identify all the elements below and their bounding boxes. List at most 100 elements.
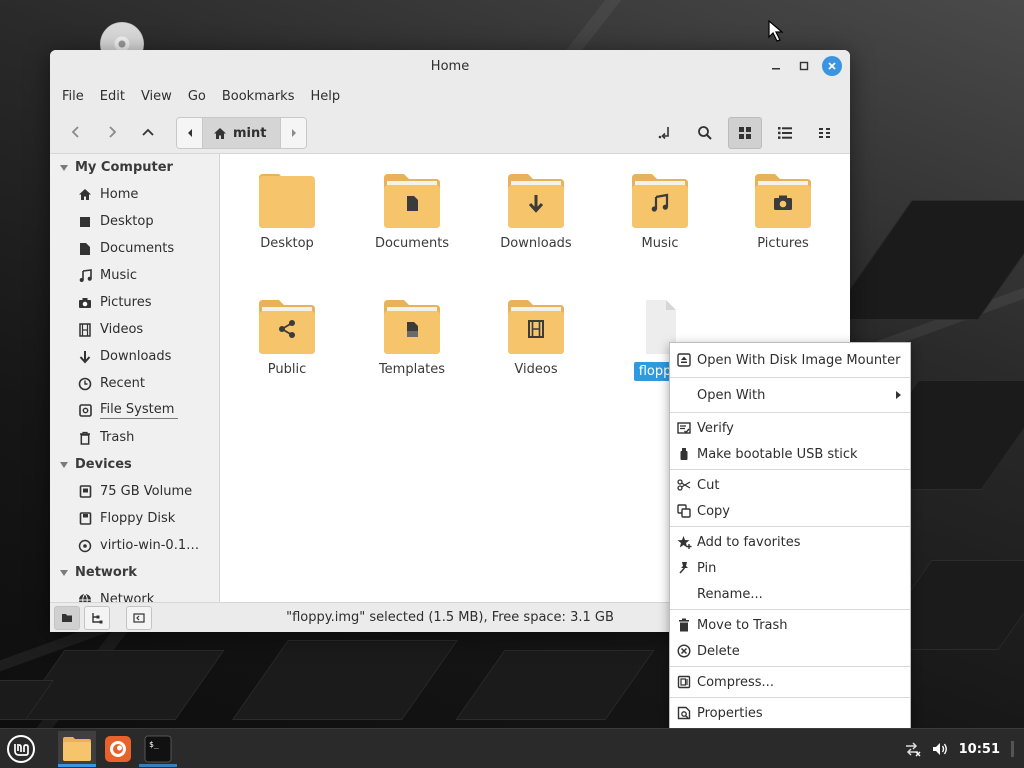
file-item-pictures[interactable]: Pictures	[728, 172, 838, 251]
taskbar-terminal[interactable]: $_	[139, 731, 177, 767]
list-view-button[interactable]	[768, 117, 802, 149]
trash-icon	[679, 618, 689, 632]
sidebar-section-network[interactable]: Network	[50, 559, 219, 586]
menu-item-copy[interactable]: Copy	[670, 498, 910, 524]
taskbar-firefox[interactable]	[99, 731, 137, 767]
back-button[interactable]	[58, 117, 94, 147]
show-desktop-handle-icon[interactable]	[1010, 739, 1016, 759]
search-button[interactable]	[688, 117, 722, 149]
icon-view-button[interactable]	[728, 117, 762, 149]
sidebar-item-desktop[interactable]: Desktop	[50, 208, 219, 235]
menu-item-open-with-disk-image-mounter[interactable]: Open With Disk Image Mounter	[670, 345, 910, 375]
menu-separator	[670, 697, 910, 698]
scissors-icon	[677, 479, 691, 491]
sidebar-item-floppy-disk[interactable]: Floppy Disk	[50, 505, 219, 532]
start-menu-button[interactable]	[4, 733, 38, 765]
file-item-public[interactable]: Public	[232, 298, 342, 377]
toolbar: mint	[50, 110, 850, 154]
volume-icon[interactable]	[931, 741, 949, 757]
toggle-sidebar-button[interactable]	[126, 605, 152, 630]
disk-mounter-icon	[677, 353, 691, 367]
download-icon	[79, 350, 91, 363]
sidebar-item-home[interactable]: Home	[50, 181, 219, 208]
sidebar-item-recent[interactable]: Recent	[50, 370, 219, 397]
menu-item-pin[interactable]: Pin	[670, 555, 910, 581]
close-button[interactable]	[822, 56, 842, 76]
file-item-desktop[interactable]: Desktop	[232, 172, 342, 251]
mouse-cursor-icon	[768, 20, 784, 42]
sidebar-item-75gb-volume[interactable]: 75 GB Volume	[50, 478, 219, 505]
sidebar-item-label: Downloads	[100, 349, 172, 364]
network-disconnected-icon[interactable]	[903, 741, 921, 757]
menu-bookmarks[interactable]: Bookmarks	[214, 89, 303, 104]
sidebar-section-my-computer[interactable]: My Computer	[50, 154, 219, 181]
file-item-documents[interactable]: Documents	[357, 172, 467, 251]
menu-help[interactable]: Help	[302, 89, 348, 104]
menu-item-rename[interactable]: Rename...	[670, 581, 910, 607]
location-toggle-button[interactable]	[648, 117, 682, 149]
title-bar[interactable]: Home	[50, 50, 850, 82]
sidebar-item-virtio-win[interactable]: virtio-win-0.1…	[50, 532, 219, 559]
file-label: Public	[267, 362, 307, 377]
pin-icon	[679, 562, 688, 574]
path-crumb-home[interactable]: mint	[202, 118, 282, 148]
sidebar-item-downloads[interactable]: Downloads	[50, 343, 219, 370]
menu-item-move-to-trash[interactable]: Move to Trash	[670, 612, 910, 638]
menu-go[interactable]: Go	[180, 89, 214, 104]
menu-item-delete[interactable]: Delete	[670, 638, 910, 664]
triangle-down-icon	[60, 461, 68, 468]
menu-item-label: Delete	[697, 643, 740, 659]
menu-item-properties[interactable]: Properties	[670, 700, 910, 726]
taskbar-file-manager[interactable]	[58, 731, 96, 767]
show-tree-button[interactable]	[84, 605, 110, 630]
menu-item-open-with[interactable]: Open With	[670, 380, 910, 410]
menu-item-add-to-favorites[interactable]: Add to favorites	[670, 529, 910, 555]
home-icon	[79, 189, 91, 200]
sidebar-item-pictures[interactable]: Pictures	[50, 289, 219, 316]
maximize-button[interactable]	[794, 56, 814, 76]
forward-button[interactable]	[94, 117, 130, 147]
clock-icon	[78, 377, 92, 390]
menu-separator	[670, 412, 910, 413]
menu-item-compress[interactable]: Compress...	[670, 669, 910, 695]
search-icon	[698, 126, 712, 140]
path-forward-button[interactable]	[281, 118, 307, 148]
sidebar-item-label: Documents	[100, 241, 175, 256]
sidebar-item-network[interactable]: Network	[50, 586, 219, 602]
menu-view[interactable]: View	[133, 89, 180, 104]
menu-item-verify[interactable]: Verify	[670, 415, 910, 441]
sidebar-item-music[interactable]: Music	[50, 262, 219, 289]
sidebar-item-videos[interactable]: Videos	[50, 316, 219, 343]
window-title: Home	[430, 58, 470, 74]
menu-file[interactable]: File	[54, 89, 92, 104]
up-button[interactable]	[130, 117, 166, 147]
clock[interactable]: 10:51	[959, 742, 1000, 757]
trash-icon	[80, 431, 90, 445]
file-item-music[interactable]: Music	[605, 172, 715, 251]
sidebar-item-file-system[interactable]: File System	[50, 397, 219, 424]
sidebar-item-label: Floppy Disk	[100, 511, 176, 526]
file-item-templates[interactable]: Templates	[357, 298, 467, 377]
menu-separator	[670, 609, 910, 610]
submenu-arrow-icon	[896, 391, 901, 399]
sidebar-item-documents[interactable]: Documents	[50, 235, 219, 262]
sidebar-item-label: Trash	[100, 430, 135, 445]
chevron-up-icon	[142, 128, 154, 136]
sidebar-item-label: virtio-win-0.1…	[100, 538, 200, 553]
folder-pictures-icon	[755, 174, 811, 228]
menu-edit[interactable]: Edit	[92, 89, 133, 104]
file-label: Templates	[378, 362, 446, 377]
sidebar-section-devices[interactable]: Devices	[50, 451, 219, 478]
menu-separator	[670, 377, 910, 378]
file-item-downloads[interactable]: Downloads	[481, 172, 591, 251]
minimize-button[interactable]	[766, 56, 786, 76]
path-back-button[interactable]	[177, 118, 202, 148]
show-places-button[interactable]	[54, 605, 80, 630]
menu-separator	[670, 666, 910, 667]
menu-item-make-bootable-usb[interactable]: Make bootable USB stick	[670, 441, 910, 467]
compact-view-button[interactable]	[808, 117, 842, 149]
sidebar-item-label: Recent	[100, 376, 145, 391]
menu-item-cut[interactable]: Cut	[670, 472, 910, 498]
file-item-videos[interactable]: Videos	[481, 298, 591, 377]
sidebar-item-trash[interactable]: Trash	[50, 424, 219, 451]
